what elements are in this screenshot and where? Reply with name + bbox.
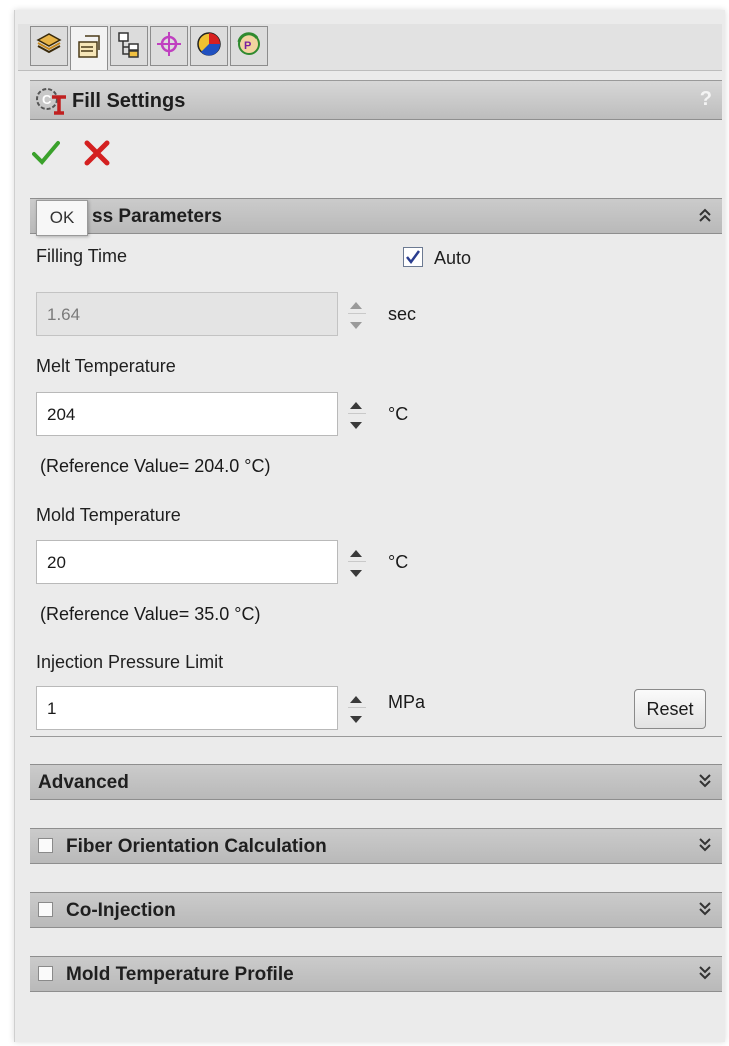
checkmark-icon <box>32 141 60 165</box>
section-co-injection[interactable]: Co-Injection <box>30 892 722 928</box>
feature-manager-icon <box>35 30 63 62</box>
spinner-divider <box>348 707 366 708</box>
spin-down-icon[interactable] <box>350 570 362 577</box>
fill-settings-icon: C <box>34 85 68 119</box>
display-manager-icon <box>195 30 223 62</box>
injection-pressure-input[interactable]: 1 <box>36 686 338 730</box>
filling-time-unit: sec <box>388 304 417 324</box>
cancel-button[interactable] <box>84 140 110 170</box>
mold-temperature-label: Mold Temperature <box>36 505 181 525</box>
filling-time-input[interactable]: 1.64 <box>36 292 338 336</box>
chevron-down-icon[interactable] <box>698 965 712 985</box>
section-advanced-label: Advanced <box>38 772 129 793</box>
tab-dimxpert[interactable] <box>150 26 188 66</box>
manager-tab-strip: P <box>18 24 722 71</box>
mold-temperature-input[interactable]: 20 <box>36 540 338 584</box>
svg-text:C: C <box>42 92 52 107</box>
injection-pressure-unit: MPa <box>388 692 426 712</box>
ok-button[interactable] <box>32 140 60 170</box>
ok-tooltip: OK <box>36 200 88 236</box>
chevron-down-icon[interactable] <box>698 901 712 921</box>
spinner-divider <box>348 561 366 562</box>
section-process-parameters[interactable]: ss Parameters <box>30 198 722 234</box>
chevron-down-icon[interactable] <box>698 773 712 793</box>
section-advanced[interactable]: Advanced <box>30 764 722 800</box>
section-mold-temperature-profile-label: Mold Temperature Profile <box>66 964 294 985</box>
melt-temperature-unit: °C <box>388 404 409 424</box>
tab-display-manager[interactable] <box>190 26 228 66</box>
tab-plastics-manager[interactable]: P <box>230 26 268 66</box>
mold-temperature-spinner[interactable] <box>344 540 372 584</box>
spinner-divider <box>348 413 366 414</box>
checkmark-icon <box>406 250 421 265</box>
plastics-manager-icon: P <box>235 30 263 62</box>
injection-pressure-spinner[interactable] <box>344 686 372 730</box>
melt-temperature-spinner[interactable] <box>344 392 372 436</box>
fiber-orientation-checkbox[interactable] <box>38 838 53 853</box>
melt-reference-value: (Reference Value= 204.0 °C) <box>40 456 271 476</box>
section-fiber-orientation[interactable]: Fiber Orientation Calculation <box>30 828 722 864</box>
page-title: Fill Settings <box>72 90 186 112</box>
co-injection-checkbox[interactable] <box>38 902 53 917</box>
reset-button[interactable]: Reset <box>634 689 706 729</box>
auto-checkbox[interactable] <box>403 247 423 267</box>
melt-temperature-input[interactable]: 204 <box>36 392 338 436</box>
chevron-up-icon[interactable] <box>698 207 712 227</box>
injection-pressure-label: Injection Pressure Limit <box>36 652 224 672</box>
spin-down-icon[interactable] <box>350 422 362 429</box>
spinner-divider <box>348 313 366 314</box>
spin-up-icon[interactable] <box>350 696 362 703</box>
chevron-down-icon[interactable] <box>698 837 712 857</box>
property-manager-icon <box>75 33 103 65</box>
section-divider <box>30 736 722 737</box>
configuration-manager-icon <box>115 30 143 62</box>
section-co-injection-label: Co-Injection <box>66 900 176 921</box>
tab-property-manager[interactable] <box>70 26 108 70</box>
mold-reference-value: (Reference Value= 35.0 °C) <box>40 604 261 624</box>
property-manager-panel <box>14 10 725 1042</box>
melt-temperature-label: Melt Temperature <box>36 356 176 376</box>
tab-feature-manager[interactable] <box>30 26 68 66</box>
filling-time-label: Filling Time <box>36 246 128 266</box>
mold-temperature-profile-checkbox[interactable] <box>38 966 53 981</box>
spin-down-icon[interactable] <box>350 716 362 723</box>
help-icon[interactable]: ? <box>700 88 712 111</box>
spin-up-icon[interactable] <box>350 302 362 309</box>
spin-down-icon[interactable] <box>350 322 362 329</box>
svg-text:P: P <box>244 40 251 52</box>
cross-icon <box>84 140 110 166</box>
auto-label: Auto <box>434 248 472 268</box>
section-fiber-orientation-label: Fiber Orientation Calculation <box>66 836 327 857</box>
filling-time-spinner[interactable] <box>344 292 372 336</box>
section-process-parameters-label: ss Parameters <box>92 206 222 227</box>
section-mold-temperature-profile[interactable]: Mold Temperature Profile <box>30 956 722 992</box>
mold-temperature-unit: °C <box>388 552 409 572</box>
spin-up-icon[interactable] <box>350 550 362 557</box>
property-manager-header: C Fill Settings ? <box>30 80 722 120</box>
tab-configuration-manager[interactable] <box>110 26 148 66</box>
dimxpert-icon <box>155 30 183 62</box>
spin-up-icon[interactable] <box>350 402 362 409</box>
